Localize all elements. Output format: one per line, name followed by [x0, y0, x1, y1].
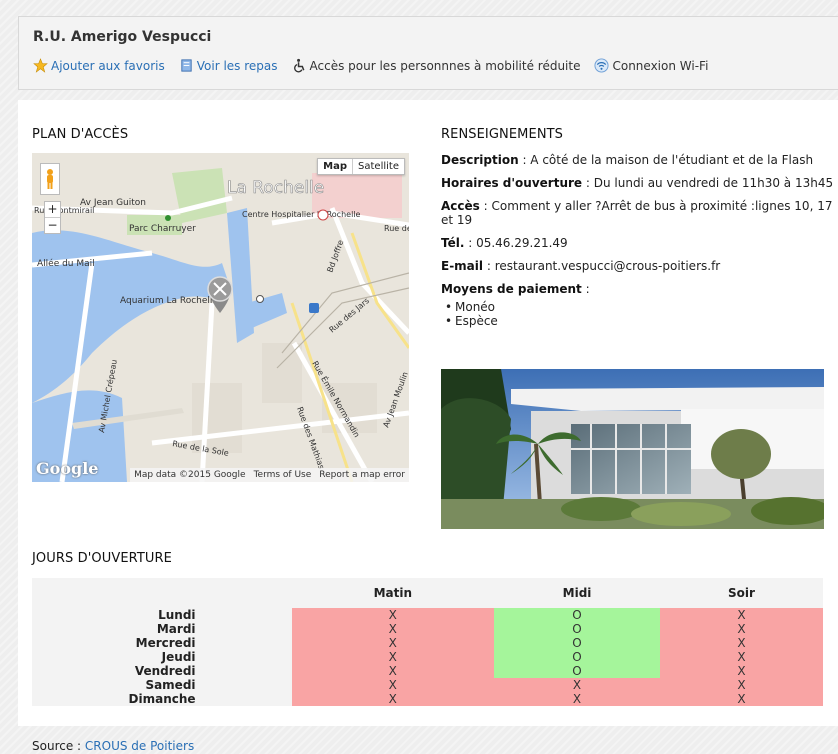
payment-item: Espèce	[445, 314, 836, 328]
building-image	[441, 369, 824, 529]
slot-cell: X	[494, 692, 660, 706]
access-map[interactable]: La Rochelle Av Jean Guiton Rue Montmirai…	[32, 153, 409, 482]
day-cell: Mercredi	[135, 636, 196, 650]
slot-cell: X	[291, 636, 495, 650]
wifi-info: Connexion Wi-Fi	[594, 58, 708, 73]
slot-cell: O	[494, 650, 660, 664]
map-data-credit: Map data ©2015 Google	[134, 470, 246, 480]
map-footer: Map data ©2015 Google Terms of Use Repor…	[130, 468, 409, 482]
payment-item: Monéo	[445, 300, 836, 314]
map-label-parc: Parc Charruyer	[129, 224, 196, 234]
slot-cell: X	[494, 678, 660, 692]
info-access: Accès : Comment y aller ?Arrêt de bus à …	[441, 199, 833, 227]
info-payment: Moyens de paiement : Monéo Espèce	[441, 282, 836, 328]
schedule-body: Lundi X O X Mardi X O X Mercredi X O X Jeudi X O X Vendr…	[32, 608, 823, 706]
day-cell: Samedi	[145, 678, 196, 692]
info-phone: Tél. : 05.46.29.21.49	[441, 236, 568, 250]
info-description: Description : A côté de la maison de l'é…	[441, 153, 814, 167]
table-row: Mardi X O X	[32, 622, 823, 636]
day-cell: Dimanche	[128, 692, 196, 706]
slot-cell: X	[291, 692, 495, 706]
map-label-rue-de: Rue de	[384, 224, 409, 233]
accessibility-info: Accès pour les personnnes à mobilité réd…	[292, 58, 580, 73]
zoom-control: + −	[44, 201, 61, 234]
map-type-satellite-button[interactable]: Satellite	[353, 159, 404, 174]
column-header-midi: Midi	[562, 586, 592, 600]
add-favorite-link[interactable]: Ajouter aux favoris	[33, 58, 165, 73]
slot-cell: O	[494, 664, 660, 678]
restaurant-header: R.U. Amerigo Vespucci Ajouter aux favori…	[18, 16, 838, 90]
map-type-map-button[interactable]: Map	[318, 159, 354, 174]
wheelchair-icon	[293, 58, 304, 73]
zoom-in-button[interactable]: +	[45, 202, 60, 218]
zoom-out-button[interactable]: −	[45, 218, 60, 233]
opening-days-table: Matin Midi Soir Lundi X O X Mardi X O X Mercredi…	[32, 578, 823, 706]
column-header-matin: Matin	[373, 586, 413, 600]
slot-cell: X	[291, 622, 495, 636]
slot-cell: O	[494, 608, 660, 622]
map-label-hospital: Centre Hospitalier la Rochelle	[242, 210, 361, 219]
map-type-control: Map Satellite	[317, 158, 405, 175]
slot-cell: X	[660, 650, 823, 664]
table-row: Lundi X O X	[32, 608, 823, 622]
map-report-error-link[interactable]: Report a map error	[319, 470, 405, 480]
map-label-city: La Rochelle	[227, 178, 324, 198]
payment-list: Monéo Espèce	[441, 300, 836, 328]
map-canvas[interactable]: La Rochelle Av Jean Guiton Rue Montmirai…	[32, 153, 409, 482]
map-terms-link[interactable]: Terms of Use	[254, 470, 312, 480]
schedule-section-title: JOURS D'OUVERTURE	[32, 551, 172, 566]
slot-cell: X	[291, 608, 495, 622]
day-cell: Vendredi	[134, 664, 196, 678]
day-cell: Mardi	[156, 622, 196, 636]
source-line: Source : CROUS de Poitiers	[32, 739, 195, 753]
wifi-icon	[594, 58, 609, 73]
restaurant-photo	[441, 369, 824, 529]
slot-cell: X	[660, 622, 823, 636]
table-row: Vendredi X O X	[32, 664, 823, 678]
map-label-aquarium: Aquarium La Rochelle	[120, 296, 218, 306]
slot-cell: X	[291, 664, 495, 678]
book-icon	[181, 59, 192, 72]
info-hours: Horaires d'ouverture : Du lundi au vendr…	[441, 176, 834, 190]
slot-cell: X	[291, 678, 495, 692]
star-icon	[33, 58, 48, 73]
source-link[interactable]: CROUS de Poitiers	[85, 739, 194, 753]
slot-cell: X	[291, 650, 495, 664]
slot-cell: X	[660, 692, 823, 706]
table-row: Mercredi X O X	[32, 636, 823, 650]
restaurant-title: R.U. Amerigo Vespucci	[33, 29, 212, 45]
view-meals-link[interactable]: Voir les repas	[179, 58, 278, 73]
day-column-header	[32, 578, 292, 608]
info-section-title: RENSEIGNEMENTS	[441, 127, 564, 142]
table-row: Jeudi X O X	[32, 650, 823, 664]
slot-cell: X	[660, 608, 823, 622]
slot-cell: O	[494, 622, 660, 636]
table-row: Dimanche X X X	[32, 692, 823, 706]
map-label-allee-mail: Allée du Mail	[37, 258, 95, 269]
street-view-pegman[interactable]	[40, 163, 60, 195]
slot-cell: O	[494, 636, 660, 650]
slot-cell: X	[660, 636, 823, 650]
table-header-row: Matin Midi Soir	[32, 578, 823, 608]
slot-cell: X	[660, 664, 823, 678]
google-logo: Google	[36, 459, 99, 478]
info-panel: Description : A côté de la maison de l'é…	[441, 153, 836, 328]
header-actions: Ajouter aux favoris Voir les repas Accès…	[33, 58, 708, 73]
map-section-title: PLAN D'ACCÈS	[32, 127, 129, 142]
table-row: Samedi X X X	[32, 678, 823, 692]
info-email: E-mail : restaurant.vespucci@crous-poiti…	[441, 259, 721, 273]
column-header-soir: Soir	[728, 586, 755, 600]
pegman-icon	[47, 169, 53, 189]
slot-cell: X	[660, 678, 823, 692]
day-cell: Lundi	[158, 608, 196, 622]
page: R.U. Amerigo Vespucci Ajouter aux favori…	[0, 0, 838, 754]
day-cell: Jeudi	[161, 650, 196, 664]
